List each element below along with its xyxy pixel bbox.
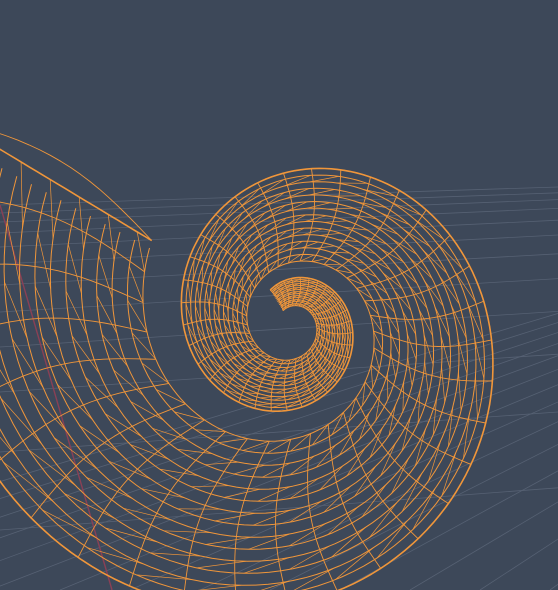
mesh-edge-diagonal [215, 512, 256, 522]
mesh-edge-diagonal [301, 241, 319, 249]
mesh-edge-diagonal [233, 464, 265, 475]
mesh-edge-diagonal [204, 461, 239, 466]
mesh-edge-diagonal [362, 235, 387, 245]
mesh-edge-diagonal [233, 300, 238, 315]
mesh-edge-diagonal [267, 358, 277, 361]
mesh-edge-diagonal [197, 584, 242, 590]
mesh-edge-diagonal [323, 485, 351, 513]
mesh-edge-diagonal [196, 285, 201, 307]
mesh-edge-diagonal [382, 272, 403, 289]
mesh-edge-diagonal [123, 507, 171, 521]
mesh-edge-diagonal [130, 401, 164, 421]
mesh-edge-diagonal [254, 256, 262, 271]
mesh-edge-diagonal [390, 332, 400, 356]
mesh-edge-diagonal [196, 560, 247, 569]
mesh-edge-diagonal [300, 301, 306, 303]
3d-viewport[interactable] [0, 0, 558, 590]
mesh-edge-diagonal [78, 196, 84, 250]
mesh-edge-diagonal [215, 293, 220, 311]
mesh-edge-diagonal [195, 429, 226, 432]
mesh-edge-diagonal [307, 281, 317, 284]
mesh-edge-diagonal [4, 281, 28, 339]
grid-line [0, 332, 558, 518]
mesh-edge-diagonal [65, 290, 88, 336]
mesh-edge-longitudinal [0, 181, 477, 586]
mesh-edge-diagonal [268, 374, 281, 377]
mesh-edge-diagonal [289, 500, 323, 523]
mesh-edge-diagonal [262, 388, 277, 392]
mesh-edge-diagonal [475, 376, 478, 419]
mesh-edge-diagonal [224, 488, 261, 498]
mesh-edge-diagonal [37, 233, 51, 289]
grid-line [0, 253, 558, 286]
mesh-edge-diagonal [331, 526, 366, 558]
mesh-edge-diagonal [406, 333, 417, 360]
mesh-edge-diagonal [379, 295, 395, 313]
mesh-edge-diagonal [370, 364, 374, 388]
shell-wireframe-mesh[interactable] [0, 118, 494, 590]
mesh-edge-diagonal [309, 176, 339, 183]
mesh-edge-cross-section [0, 358, 156, 388]
mesh-edge-cross-section [0, 133, 153, 241]
mesh-edge-diagonal [187, 281, 192, 305]
mesh-edge-diagonal [259, 396, 275, 399]
mesh-edge-diagonal [34, 286, 58, 337]
mesh-edge-diagonal [293, 568, 334, 590]
mesh-edge-diagonal [218, 438, 248, 443]
mesh-edge-diagonal [98, 255, 113, 299]
mesh-edge-diagonal [0, 369, 16, 395]
mesh-edge-diagonal [358, 267, 377, 278]
mesh-edge-diagonal [326, 336, 329, 346]
mesh-edge-diagonal [272, 367, 282, 370]
mesh-edge-diagonal [105, 413, 142, 437]
mesh-edge-diagonal [49, 179, 54, 239]
mesh-edge-diagonal [269, 217, 287, 232]
mesh-edge-diagonal [321, 334, 324, 343]
mesh-edge-diagonal [245, 294, 249, 307]
mesh-edge-diagonal [67, 244, 82, 294]
mesh-edge-diagonal [256, 403, 274, 406]
grid-line [0, 343, 558, 539]
grid-line [0, 355, 558, 562]
mesh-edge-diagonal [306, 202, 331, 209]
mesh-edge-diagonal [320, 232, 341, 236]
mesh-edge-diagonal [205, 536, 251, 545]
mesh-edge-diagonal [206, 289, 210, 309]
mesh-edge-diagonal [20, 161, 23, 228]
ground-grid [0, 186, 558, 590]
mesh-edge-diagonal [266, 205, 286, 220]
mesh-edge-diagonal [394, 290, 412, 311]
mesh-edge-diagonal [331, 338, 334, 349]
mesh-edge-diagonal [64, 493, 115, 519]
mesh-edge-diagonal [191, 485, 230, 488]
mesh-edge-diagonal [237, 288, 239, 303]
mesh-edge-diagonal [11, 338, 44, 388]
grid-line [0, 368, 558, 587]
mesh-edge-diagonal [289, 523, 326, 547]
mesh-edge-cross-section [0, 263, 144, 304]
mesh-edge-diagonal [319, 465, 344, 491]
mesh-edge-diagonal [6, 222, 21, 285]
mesh-edge-diagonal [441, 366, 446, 403]
mesh-edge-diagonal [409, 285, 428, 309]
mesh-edge-diagonal [324, 220, 348, 223]
mesh-edge-diagonal [224, 296, 229, 313]
mesh-edge-diagonal [228, 282, 230, 299]
shell-aperture-outline [0, 148, 153, 242]
mesh-edge-diagonal [85, 376, 119, 408]
mesh-edge-diagonal [136, 231, 145, 272]
mesh-edge-diagonal [331, 412, 344, 435]
mesh-edge-diagonal [288, 545, 330, 570]
grid-line [0, 313, 558, 482]
grid-line [0, 322, 558, 499]
mesh-edge-diagonal [414, 428, 426, 466]
mesh-edge-diagonal [107, 214, 115, 261]
mesh-edge-diagonal [265, 381, 279, 385]
mesh-edge-diagonal [141, 362, 170, 384]
mesh-edge-diagonal [336, 339, 338, 351]
mesh-edge-diagonal [156, 389, 186, 405]
viewport-canvas[interactable] [0, 0, 558, 590]
mesh-edge-diagonal [210, 271, 212, 292]
mesh-edge-cross-section [275, 439, 292, 590]
